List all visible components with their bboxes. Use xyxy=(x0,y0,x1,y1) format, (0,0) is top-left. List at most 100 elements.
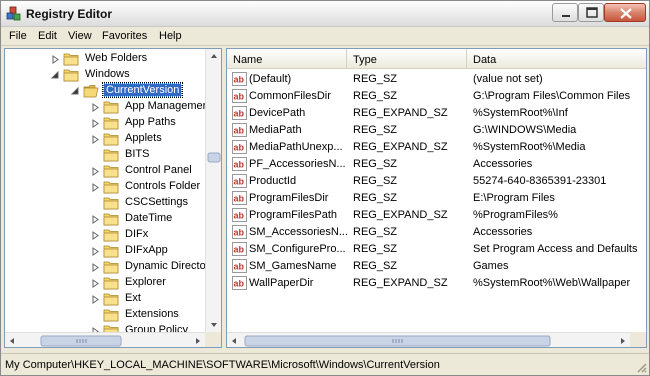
cell-data: %SystemRoot%\Media xyxy=(473,141,586,153)
folder-icon xyxy=(103,293,119,306)
list-item[interactable]: ab SM_GamesName REG_SZ Games xyxy=(227,258,646,275)
cell-type: REG_EXPAND_SZ xyxy=(353,141,448,153)
scrollbar-arrows-icon xyxy=(207,54,221,327)
expanded-arrow-icon[interactable] xyxy=(71,87,80,96)
column-header-type[interactable]: Type xyxy=(347,49,467,69)
column-header-data[interactable]: Data xyxy=(467,49,646,69)
tree-item-label: BITS xyxy=(125,148,150,160)
collapsed-arrow-icon[interactable] xyxy=(91,247,100,256)
list-item[interactable]: ab WallPaperDir REG_EXPAND_SZ %SystemRoot%\… xyxy=(227,275,646,292)
string-value-ab-icon: ab xyxy=(232,225,247,239)
string-value-ab-icon: ab xyxy=(232,191,247,205)
tree-item-label: DIFx xyxy=(125,228,149,240)
list-item[interactable]: ab SM_ConfigurePro... REG_SZ Set Program Ac… xyxy=(227,241,646,258)
collapsed-arrow-icon[interactable] xyxy=(51,55,60,64)
cell-type: REG_SZ xyxy=(353,243,398,255)
cell-data: %ProgramFiles% xyxy=(473,209,558,221)
tree-item-label: Controls Folder xyxy=(125,180,201,192)
resize-grip-icon[interactable] xyxy=(635,361,647,373)
folder-icon xyxy=(103,149,119,162)
title-bar[interactable]: Registry Editor xyxy=(1,1,649,27)
folder-icon xyxy=(63,53,79,66)
string-value-ab-icon: ab xyxy=(232,106,247,120)
values-list-pane[interactable]: Name Type Data ab (Default) REG_SZ (value n… xyxy=(226,48,647,348)
close-button[interactable] xyxy=(604,3,646,22)
cell-type: REG_SZ xyxy=(353,124,398,136)
tree-item-label: DateTime xyxy=(125,212,173,224)
collapsed-arrow-icon[interactable] xyxy=(91,135,100,144)
column-header-name[interactable]: Name xyxy=(227,49,347,69)
list-item[interactable]: ab ProgramFilesDir REG_SZ E:\Program Files xyxy=(227,190,646,207)
tree-item-label: DIFxApp xyxy=(125,244,168,256)
status-path: My Computer\HKEY_LOCAL_MACHINE\SOFTWARE\… xyxy=(5,359,440,371)
open-folder-icon xyxy=(83,85,99,98)
cell-name: MediaPathUnexp... xyxy=(249,141,343,153)
svg-text:ab: ab xyxy=(234,143,245,153)
cell-type: REG_EXPAND_SZ xyxy=(353,209,448,221)
tree-item-label: Applets xyxy=(125,132,162,144)
cell-name: MediaPath xyxy=(249,124,302,136)
tree-vertical-scrollbar[interactable] xyxy=(205,49,221,332)
list-item[interactable]: ab ProductId REG_SZ 55274-640-8365391-23301 xyxy=(227,173,646,190)
tree-item-label: Ext xyxy=(125,292,141,304)
string-value-ab-icon: ab xyxy=(232,259,247,273)
expanded-arrow-icon[interactable] xyxy=(51,71,60,80)
list-item[interactable]: ab ProgramFilesPath REG_EXPAND_SZ %ProgramF… xyxy=(227,207,646,224)
collapsed-arrow-icon[interactable] xyxy=(91,215,100,224)
collapsed-arrow-icon[interactable] xyxy=(91,183,100,192)
cell-name: WallPaperDir xyxy=(249,277,314,289)
tree-horizontal-scrollbar[interactable] xyxy=(5,332,205,347)
minimize-icon xyxy=(562,15,570,17)
menu-file[interactable]: File xyxy=(9,30,27,42)
cell-name: (Default) xyxy=(249,73,292,85)
list-item[interactable]: ab SM_AccessoriesN... REG_SZ Accessories xyxy=(227,224,646,241)
list-item[interactable]: ab CommonFilesDir REG_SZ G:\Program Files\C… xyxy=(227,88,646,105)
status-bar: My Computer\HKEY_LOCAL_MACHINE\SOFTWARE\… xyxy=(1,353,649,375)
list-item[interactable]: ab DevicePath REG_EXPAND_SZ %SystemRoot%\In… xyxy=(227,105,646,122)
cell-data: Games xyxy=(473,260,509,272)
tree-item-label: CSCSettings xyxy=(125,196,188,208)
cell-type: REG_SZ xyxy=(353,226,398,238)
collapsed-arrow-icon[interactable] xyxy=(91,231,100,240)
collapsed-arrow-icon[interactable] xyxy=(91,263,100,272)
tree-item-label: Extensions xyxy=(125,308,179,320)
cell-data: %SystemRoot%\Web\Wallpaper xyxy=(473,277,631,289)
string-value-ab-icon: ab xyxy=(232,208,247,222)
menu-favorites[interactable]: Favorites xyxy=(102,30,147,42)
menu-help[interactable]: Help xyxy=(159,30,182,42)
minimize-button[interactable] xyxy=(552,3,578,22)
tree-item-label: Explorer xyxy=(125,276,166,288)
cell-name: ProgramFilesDir xyxy=(249,192,329,204)
cell-data: Set Program Access and Defaults xyxy=(473,243,638,255)
registry-cubes-icon xyxy=(6,6,21,21)
collapsed-arrow-icon[interactable] xyxy=(91,103,100,112)
folder-icon xyxy=(103,309,119,322)
list-horizontal-scrollbar[interactable] xyxy=(227,332,630,347)
key-tree-pane[interactable]: Web Folders Windows CurrentVersion App Mana… xyxy=(4,48,222,348)
collapsed-arrow-icon[interactable] xyxy=(91,295,100,304)
cell-data: (value not set) xyxy=(473,73,543,85)
maximize-button[interactable] xyxy=(578,3,604,22)
list-item[interactable]: ab PF_AccessoriesN... REG_SZ Accessories xyxy=(227,156,646,173)
string-value-ab-icon: ab xyxy=(232,276,247,290)
folder-icon xyxy=(103,245,119,258)
menu-view[interactable]: View xyxy=(68,30,92,42)
list-item[interactable]: ab MediaPath REG_SZ G:\WINDOWS\Media xyxy=(227,122,646,139)
cell-name: CommonFilesDir xyxy=(249,90,331,102)
tree-item-label: Windows xyxy=(85,68,130,80)
scrollbar-arrows-icon xyxy=(10,335,200,347)
cell-type: REG_SZ xyxy=(353,175,398,187)
collapsed-arrow-icon[interactable] xyxy=(91,167,100,176)
menu-edit[interactable]: Edit xyxy=(38,30,57,42)
string-value-ab-icon: ab xyxy=(232,89,247,103)
cell-name: ProgramFilesPath xyxy=(249,209,338,221)
collapsed-arrow-icon[interactable] xyxy=(91,119,100,128)
svg-text:ab: ab xyxy=(234,126,245,136)
svg-text:ab: ab xyxy=(234,75,245,85)
svg-text:ab: ab xyxy=(234,228,245,238)
list-item[interactable]: ab (Default) REG_SZ (value not set) xyxy=(227,71,646,88)
cell-data: Accessories xyxy=(473,226,533,238)
collapsed-arrow-icon[interactable] xyxy=(91,279,100,288)
list-item[interactable]: ab MediaPathUnexp... REG_EXPAND_SZ %SystemR… xyxy=(227,139,646,156)
tree-item-label: Dynamic Directo xyxy=(125,260,206,272)
